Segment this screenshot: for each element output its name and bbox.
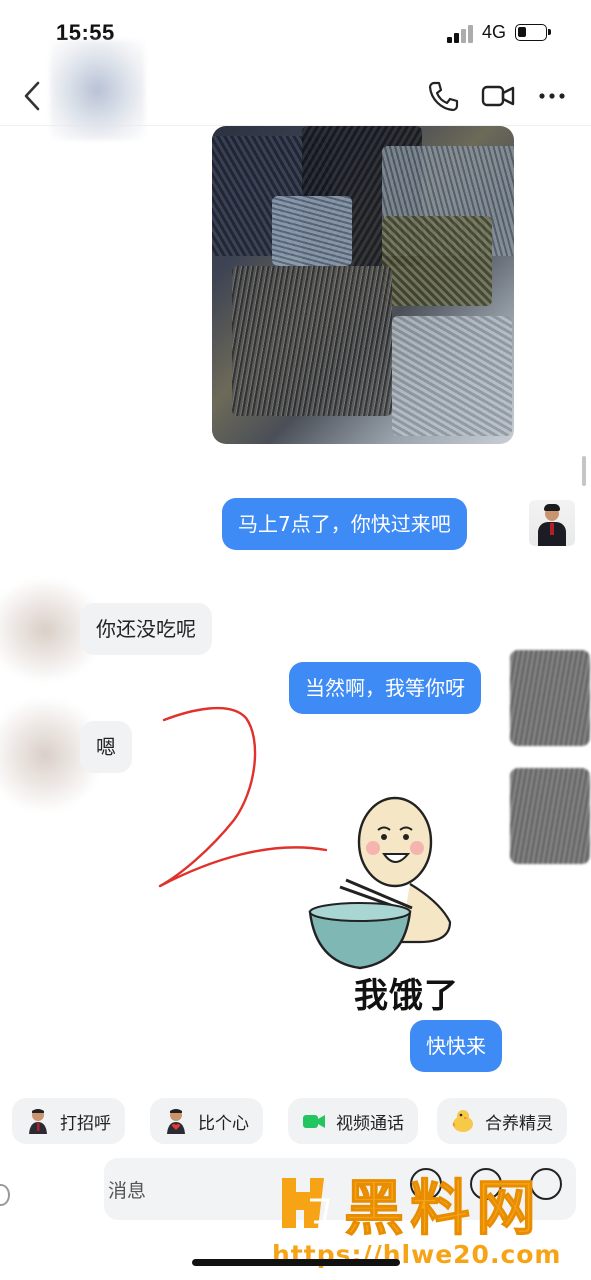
voice-toggle-icon[interactable]	[0, 1184, 10, 1206]
wave-person-icon	[24, 1107, 52, 1135]
chevron-left-icon	[24, 81, 40, 111]
greet-chip[interactable]: 打招呼	[12, 1098, 125, 1144]
contact-avatar-redacted	[50, 40, 145, 140]
heart-person-icon	[162, 1107, 190, 1135]
home-indicator[interactable]	[192, 1259, 400, 1266]
network-type: 4G	[482, 22, 507, 42]
signal-icon	[447, 25, 475, 43]
watermark-title: 黑料网	[344, 1174, 542, 1245]
watermark-logo-icon	[282, 1178, 330, 1228]
chick-icon	[449, 1107, 477, 1135]
greet-chip-label: 打招呼	[60, 1113, 111, 1134]
heart-chip-label: 比个心	[198, 1113, 249, 1134]
scroll-indicator[interactable]	[582, 456, 586, 486]
sticker-caption: 我饿了	[354, 976, 459, 1016]
my-avatar-redacted	[510, 650, 590, 746]
pet-chip-label: 合养精灵	[485, 1113, 553, 1134]
more-dots-icon	[539, 93, 565, 99]
battery-icon	[515, 24, 551, 41]
heart-chip[interactable]: 比个心	[150, 1098, 263, 1144]
my-avatar-redacted	[510, 768, 590, 864]
video-camera-icon	[481, 85, 515, 107]
back-button[interactable]	[18, 78, 48, 114]
my-avatar[interactable]	[529, 500, 575, 546]
message-bubble-out[interactable]: 快快来	[410, 1020, 502, 1072]
image-message[interactable]	[212, 126, 514, 444]
quick-actions-bar: 打招呼 比个心 视频通话 合养精灵	[0, 1098, 591, 1148]
video-call-icon	[300, 1107, 328, 1135]
video-call-chip-label: 视频通话	[336, 1113, 404, 1134]
phone-icon	[428, 81, 459, 112]
message-bubble-out[interactable]: 马上7点了，你快过来吧	[222, 498, 467, 550]
pet-chip[interactable]: 合养精灵	[437, 1098, 567, 1144]
message-bubble-in[interactable]: 嗯	[80, 721, 132, 773]
video-call-button[interactable]	[480, 80, 515, 112]
more-button[interactable]	[537, 80, 571, 112]
video-call-chip[interactable]: 视频通话	[288, 1098, 418, 1144]
voice-call-button[interactable]	[426, 80, 460, 112]
watermark: 黑料网 https://hlwe20.com	[268, 1164, 588, 1274]
message-input-placeholder: 消息	[108, 1180, 147, 1202]
message-bubble-in[interactable]: 你还没吃呢	[80, 603, 212, 655]
